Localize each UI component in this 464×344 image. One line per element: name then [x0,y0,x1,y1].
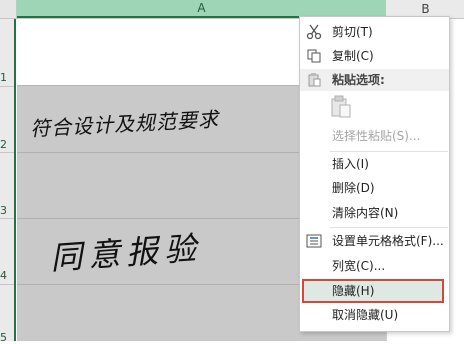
menu-separator [330,151,448,152]
menu-item-label: 复制(C) [332,49,374,63]
row-divider [0,86,14,87]
row-header-5[interactable]: 5 [0,331,14,344]
menu-item-label: 清除内容(N) [332,206,399,220]
menu-item-label: 隐藏(H) [332,284,375,298]
menu-item-clear-contents[interactable]: 清除内容(N) [300,202,449,224]
scissors-icon [306,24,322,40]
menu-item-label: 选择性粘贴(S)... [332,129,421,143]
row-header-4[interactable]: 4 [0,269,14,282]
menu-item-label: 列宽(C)... [332,259,386,273]
menu-item-delete[interactable]: 删除(D) [300,177,449,199]
row-header-1[interactable]: 1 [0,71,14,84]
row-header-bar: 1 2 3 4 5 [0,19,16,344]
menu-item-label: 剪切(T) [332,25,373,39]
menu-item-hide[interactable]: 隐藏(H) [300,280,449,302]
menu-item-label: 删除(D) [332,181,375,195]
menu-item-label: 插入(I) [332,157,369,171]
row-divider [0,152,14,153]
menu-item-copy[interactable]: 复制(C) [300,45,449,67]
paste-options-label: 粘贴选项: [332,73,385,87]
context-menu: 剪切(T) 复制(C) 粘贴选项: 选择性粘贴(S)... 插入(I) 删除(D… [299,16,450,332]
row-header-2[interactable]: 2 [0,138,14,151]
format-cells-icon [306,233,322,249]
menu-item-cut[interactable]: 剪切(T) [300,21,449,43]
menu-item-label: 取消隐藏(U) [332,308,399,322]
paste-options-header: 粘贴选项: [300,69,449,91]
menu-separator [330,227,448,228]
menu-item-format-cells[interactable]: 设置单元格格式(F)... [300,230,449,252]
menu-item-insert[interactable]: 插入(I) [300,153,449,175]
menu-item-unhide[interactable]: 取消隐藏(U) [300,304,449,326]
paste-clipboard-icon [330,95,352,119]
row-header-3[interactable]: 3 [0,204,14,217]
paste-icon [306,72,322,88]
select-all-corner[interactable] [0,0,17,18]
row-divider [0,218,14,219]
menu-item-label: 设置单元格格式(F)... [332,234,444,248]
copy-icon [306,48,322,64]
menu-item-paste-special: 选择性粘贴(S)... [300,125,449,147]
row-divider [0,284,14,285]
menu-item-column-width[interactable]: 列宽(C)... [300,255,449,277]
